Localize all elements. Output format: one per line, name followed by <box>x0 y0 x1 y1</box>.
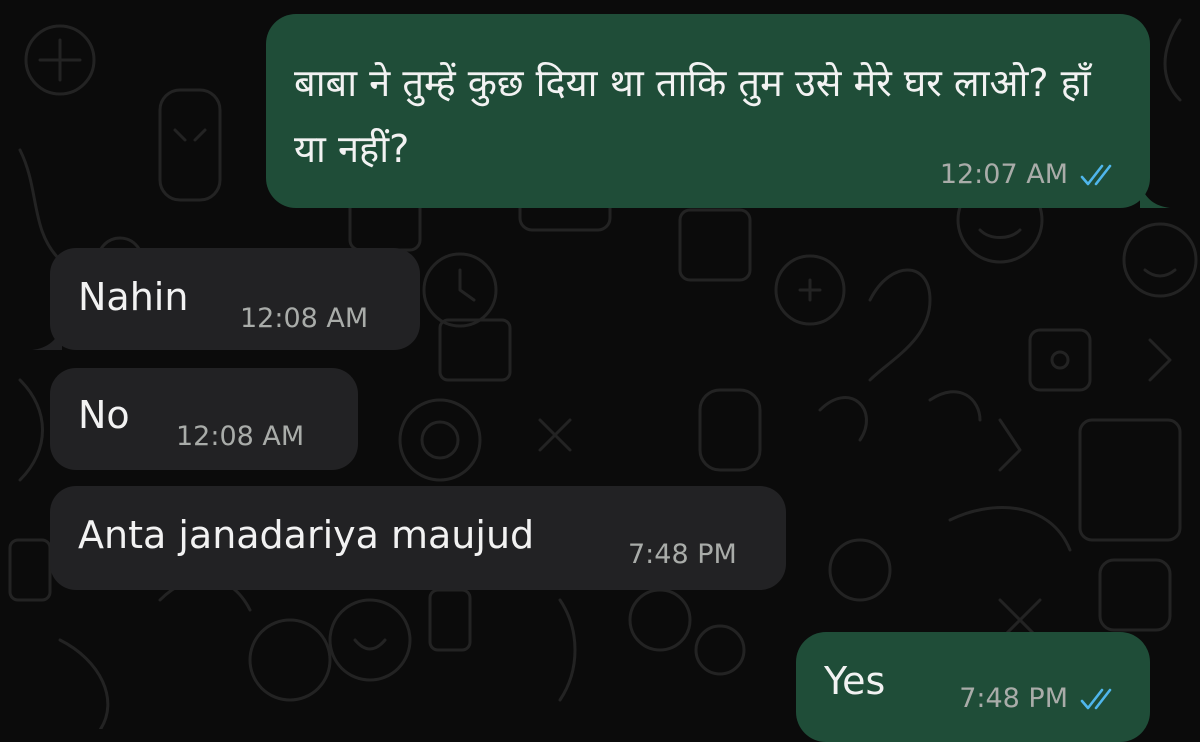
message-text: Yes <box>824 659 886 703</box>
message-time: 12:08 AM <box>240 303 369 334</box>
message-meta: 7:48 PM <box>628 540 737 570</box>
chat-area[interactable]: बाबा ने तुम्हें कुछ दिया था ताकि तुम उसे… <box>0 0 1200 742</box>
message-time: 12:07 AM <box>939 159 1068 190</box>
message-text: Anta janadariya maujud <box>78 513 535 557</box>
bubble-tail <box>32 324 62 350</box>
message-meta: 7:48 PM <box>959 684 1124 714</box>
message-text: Nahin <box>78 275 189 319</box>
bubble-tail <box>1140 182 1170 208</box>
double-check-icon <box>1080 164 1112 186</box>
double-check-icon <box>1080 688 1112 710</box>
message-text: No <box>78 393 130 437</box>
message-bubble-incoming[interactable]: Nahin 12:08 AM <box>32 248 420 350</box>
message-meta: 12:08 AM <box>176 422 304 452</box>
message-bubble-incoming[interactable]: No 12:08 AM <box>50 368 358 470</box>
message-bubble-outgoing[interactable]: बाबा ने तुम्हें कुछ दिया था ताकि तुम उसे… <box>266 14 1170 208</box>
message-time: 7:48 PM <box>628 539 737 570</box>
message-bubble-outgoing[interactable]: Yes 7:48 PM <box>796 632 1150 742</box>
message-time: 7:48 PM <box>959 683 1068 714</box>
message-time: 12:08 AM <box>176 421 305 452</box>
message-meta: 12:07 AM <box>940 160 1124 190</box>
message-meta: 12:08 AM <box>240 304 368 334</box>
message-bubble-incoming[interactable]: Anta janadariya maujud 7:48 PM <box>50 486 786 590</box>
